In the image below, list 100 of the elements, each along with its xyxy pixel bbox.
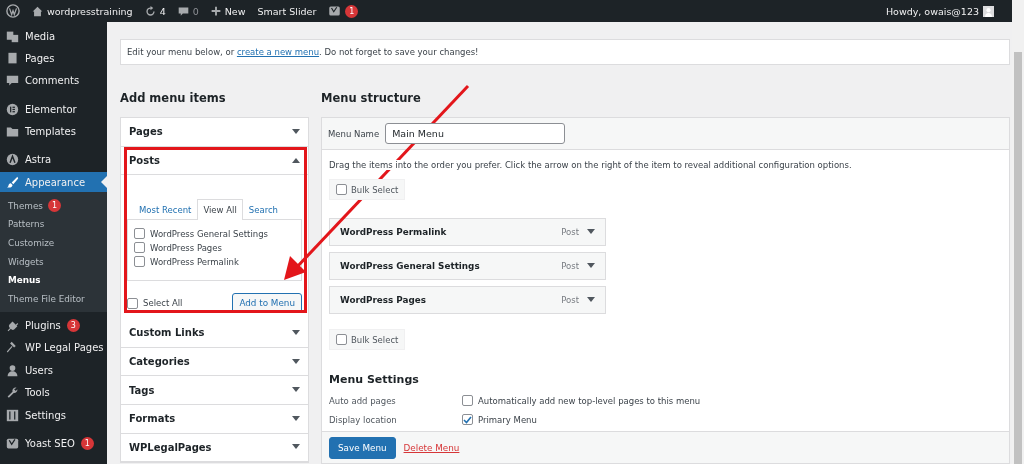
smart-slider-link[interactable]: Smart Slider [257,5,317,17]
sidebar-item[interactable]: Appearance [0,172,107,193]
checkbox[interactable] [336,334,347,345]
plus-icon [210,6,221,16]
sidebar-item[interactable]: Plugins 3 [0,315,107,336]
accordion-header[interactable]: Pages [121,118,308,147]
folder-icon [6,125,19,139]
brush-icon [6,175,19,189]
tab[interactable]: Most Recent [133,199,198,221]
section-heading: Add menu items [120,91,227,107]
notification-badge: 1 [345,4,359,18]
updates-link[interactable]: 4 [144,5,166,17]
refresh-icon [144,5,156,17]
sidebar-item[interactable]: WP Legal Pages [0,337,107,358]
caret-down-icon [587,297,595,303]
accordion-header[interactable]: Custom Links [121,319,308,348]
checkbox[interactable] [134,242,145,254]
settings-icon [6,408,19,422]
user-icon [6,363,19,377]
submenu-item[interactable]: Customize [0,233,107,253]
submenu-item[interactable]: Patterns [0,215,107,234]
count-badge: 3 [66,318,80,332]
item-type: Post [561,261,579,271]
checkbox-label: Bulk Select [351,184,399,195]
section-heading: Menu structure [321,91,422,107]
sidebar-item[interactable]: Media [0,26,107,46]
sidebar-item[interactable]: Tools [0,382,107,403]
bulk-select-control[interactable]: Bulk Select [329,179,406,200]
bulk-select-control[interactable]: Bulk Select [329,329,406,350]
menu-item[interactable]: WordPress Permalink Post [329,218,606,246]
menu-name-field[interactable]: Main Menu [385,123,566,144]
new-link[interactable]: New [210,5,246,17]
sidebar-item[interactable]: Astra [0,149,107,170]
field-label: Menu Name [328,128,380,139]
delete-menu-link[interactable]: Delete Menu [403,442,460,453]
media-icon [6,29,19,43]
accordion-header[interactable]: Posts [121,146,308,176]
submenu-item[interactable]: Menus [0,271,107,290]
submenu-item[interactable]: Theme File Editor [0,289,107,309]
sidebar-item[interactable]: Users [0,360,107,381]
accordion-header[interactable]: WPLegalPages [121,433,308,463]
save-menu-button[interactable]: Save Menu [329,436,396,459]
sidebar-item[interactable]: Elementor [0,99,107,120]
item-type: Post [561,295,579,305]
tab[interactable]: View All [197,199,243,221]
instruction-text: Drag the items into the order you prefer. Click the arrow on the right of the item to reveal additional configuration options. [329,160,852,170]
caret-down-icon [292,387,300,394]
sidebar-item[interactable]: Settings [0,405,107,426]
menu-item-title: WordPress Permalink [340,227,448,237]
tab[interactable]: Search [242,199,284,221]
checkbox[interactable] [462,395,473,406]
menu-item-title: WordPress Pages [340,295,427,305]
item-type: Post [561,227,579,237]
checkbox[interactable] [134,228,145,240]
checkbox[interactable] [134,256,145,268]
submenu-item[interactable]: Themes 1 [0,196,107,216]
menu-item[interactable]: WordPress Pages Post [329,286,606,314]
comments-link[interactable]: 0 [177,5,199,17]
submenu-item[interactable]: Widgets [0,252,107,272]
sidebar-item[interactable]: Pages [0,48,107,69]
caret-down-icon [292,128,300,135]
speech-bubble-icon [177,5,189,17]
accordion-header[interactable]: Tags [121,376,308,405]
menu-item[interactable]: WordPress General Settings Post [329,252,606,280]
sidebar-item[interactable]: Yoast SEO 1 [0,433,107,454]
accordion-header[interactable]: Formats [121,404,308,434]
count-badge: 1 [47,199,61,213]
wrench-icon [6,386,19,400]
caret-down-icon [587,229,595,235]
checkbox-label: Automatically add new top-level pages to this menu [478,395,701,406]
checkbox[interactable] [336,184,347,195]
section-heading: Menu Settings [329,373,420,386]
setting-label: Display location [329,414,398,425]
menu-item-title: WordPress General Settings [340,261,481,271]
count-badge: 1 [80,436,94,450]
avatar-icon [983,5,994,17]
notice-text: Edit your menu below, or create a new menu. Do not forget to save your changes! [120,39,1010,65]
site-name-link[interactable]: wordpresstraining [32,5,133,17]
plug-icon [6,318,19,332]
caret-down-icon [292,415,300,422]
sidebar-item[interactable]: Templates [0,121,107,142]
caret-up-icon [292,157,300,164]
scrollbar[interactable] [1012,0,1024,464]
checkbox[interactable] [462,414,473,425]
checkbox-label: Primary Menu [478,414,537,425]
account-link[interactable]: Howdy, owais@123 [885,5,994,17]
checkbox-label: Select All [143,298,183,309]
caret-down-icon [292,444,300,451]
caret-down-icon [292,330,300,336]
accordion-header[interactable]: Categories [121,347,308,377]
checkbox-label: WordPress General Settings [150,228,268,239]
sidebar-item[interactable]: Comments [0,70,107,91]
wordpress-logo[interactable] [6,4,20,18]
checkbox-label: Bulk Select [351,334,399,345]
checkbox[interactable] [127,297,138,309]
pages-icon [6,51,19,65]
setting-label: Auto add pages [329,395,397,406]
speech-bubble-icon [6,74,19,88]
caret-down-icon [587,263,595,269]
checkbox-label: WordPress Pages [150,242,222,253]
